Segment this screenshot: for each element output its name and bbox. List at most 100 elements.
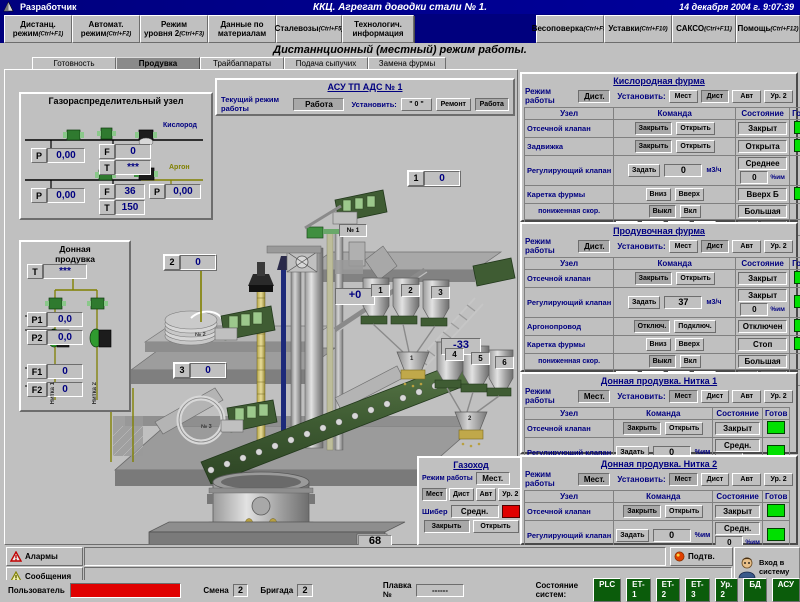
- title-bar: Разработчик ККЦ. Агрегат доводки стали №…: [0, 0, 800, 14]
- table-row: Регулирующий клапанЗадать0м3/чСреднее0%и…: [525, 156, 800, 186]
- ready-lamp: [794, 337, 800, 350]
- gazohod-mode-2[interactable]: Ур. 2: [498, 488, 522, 501]
- mode-button-[interactable]: Дист: [701, 473, 730, 486]
- cmd-button-вниз[interactable]: Вниз: [646, 188, 671, 201]
- mode-button-[interactable]: Авт: [732, 473, 761, 486]
- cmd-button-задать[interactable]: Задать: [616, 529, 648, 542]
- gazohod-title: Газоход: [419, 458, 523, 470]
- setpoint-value[interactable]: 0: [653, 529, 691, 542]
- gazohod-mode-[interactable]: Авт: [476, 488, 497, 501]
- gazohod-mode-buttons: МестДистАвтУр. 2: [419, 485, 523, 501]
- datetime-display: 14 декабря 2004 г. 9:07:39: [679, 2, 794, 12]
- state-cell: Закрыт: [736, 270, 790, 288]
- cmd-button-вкл[interactable]: Вкл: [680, 205, 701, 218]
- mode-button-2[interactable]: Ур. 2: [764, 90, 793, 103]
- set-label: Установить:: [617, 242, 665, 251]
- gazohod-close-button[interactable]: Закрыть: [424, 520, 470, 533]
- readout-value: 0,00: [47, 148, 85, 163]
- state-value: Большая: [738, 205, 787, 218]
- control-table-0: УзелКомандаСостояниеГотовОтсечной клапан…: [524, 107, 800, 236]
- cmd-button-открыть[interactable]: Открыть: [665, 505, 703, 518]
- table-row: Отсечной клапанЗакрытьОткрытьЗакрыт: [525, 120, 800, 138]
- toolbar-button-2[interactable]: Режимуровня 2(Ctrl+F3): [140, 15, 208, 43]
- mode-button-[interactable]: Мест: [669, 90, 698, 103]
- toolbar-button-6[interactable]: Весоповерка(Ctrl+F9): [536, 15, 604, 43]
- gazohod-mode-[interactable]: Мест: [422, 488, 447, 501]
- toolbar-button-4[interactable]: Сталевозы(Ctrl+F5): [276, 15, 342, 43]
- mode-button-[interactable]: Мест: [669, 240, 698, 253]
- cmd-button-закрыть[interactable]: Закрыть: [623, 505, 661, 518]
- cmd-button-отключ[interactable]: Отключ.: [634, 320, 671, 333]
- cmd-button-закрыть[interactable]: Закрыть: [635, 272, 673, 285]
- mode-button-[interactable]: Дист: [701, 390, 730, 403]
- cmd-button-открыть[interactable]: Открыть: [665, 422, 703, 435]
- cmd-button-закрыть[interactable]: Закрыть: [635, 122, 673, 135]
- state-cell: Закрыт0%им: [736, 288, 790, 318]
- cmd-button-задать[interactable]: Задать: [628, 296, 660, 309]
- gazohod-mode-[interactable]: Дист: [449, 488, 474, 501]
- cmd-button-вверх[interactable]: Вверх: [675, 188, 704, 201]
- table-row: пониженная скор.ВыклВклБольшая: [525, 204, 800, 220]
- col-header-2: Состояние: [736, 108, 790, 120]
- toolbar-button-5[interactable]: Технологич.информация: [342, 15, 414, 43]
- table-row: Каретка фурмыВнизВверхВверх Б: [525, 186, 800, 204]
- readout-value: 0: [47, 364, 83, 379]
- readout-value: ***: [43, 264, 87, 279]
- control-panel-2: Донная продувка. Нитка 1Режим работыМест…: [520, 372, 798, 454]
- cmd-button-открыть[interactable]: Открыть: [676, 140, 714, 153]
- state-cell: Открыта: [736, 138, 790, 156]
- mode-value: Мест.: [578, 390, 610, 403]
- state-cell: Стоп: [736, 336, 790, 354]
- setpoint-unit: м3/ч: [706, 167, 721, 174]
- mode-button-[interactable]: Дист: [701, 90, 730, 103]
- oxygen-pressure-readout: P 0,00: [31, 148, 85, 163]
- cmd-button-вверх[interactable]: Вверх: [675, 338, 704, 351]
- cmd-button-открыть[interactable]: Открыть: [676, 122, 714, 135]
- alarms-button[interactable]: Алармы: [6, 547, 83, 566]
- asu-set-repair-button[interactable]: Ремонт: [436, 98, 470, 111]
- cmd-button-вниз[interactable]: Вниз: [646, 338, 671, 351]
- cmd-button-задать[interactable]: Задать: [628, 164, 660, 177]
- cmd-button-выкл[interactable]: Выкл: [649, 205, 676, 218]
- mode-button-[interactable]: Мест: [669, 390, 698, 403]
- hopper-number-1: 1: [371, 284, 390, 297]
- ready-lamp: [794, 187, 800, 200]
- mode-button-[interactable]: Авт: [732, 390, 761, 403]
- cmd-button-открыть[interactable]: Открыть: [676, 272, 714, 285]
- system-led-plc: PLC: [593, 578, 621, 602]
- system-led-et3: ET-3: [685, 578, 709, 602]
- setpoint-value[interactable]: 0: [664, 164, 702, 177]
- cmd-button-вкл[interactable]: Вкл: [680, 355, 701, 368]
- cmd-button-выкл[interactable]: Выкл: [649, 355, 676, 368]
- state-value: Закрыт: [738, 122, 787, 135]
- toolbar-button-8[interactable]: САКСО(Ctrl+F11): [672, 15, 736, 43]
- toolbar-button-3[interactable]: Данные поматериалам: [208, 15, 276, 43]
- shift-value: 2: [233, 584, 249, 597]
- state-sub-unit: %им: [770, 174, 785, 181]
- mode-button-[interactable]: Дист: [701, 240, 730, 253]
- mode-button-[interactable]: Авт: [732, 90, 761, 103]
- col-header-3: Готов: [762, 408, 789, 420]
- mode-button-2[interactable]: Ур. 2: [764, 390, 793, 403]
- readout-value: 0,0: [47, 330, 83, 345]
- gazohod-open-button[interactable]: Открыть: [473, 520, 519, 533]
- toolbar-button-9[interactable]: Помощь(Ctrl+F12): [736, 15, 800, 43]
- toolbar-button-0[interactable]: Дистанц.режим(Ctrl+F1): [4, 15, 72, 43]
- confirm-button[interactable]: Подтв.: [670, 547, 733, 566]
- mode-button-2[interactable]: Ур. 2: [764, 473, 793, 486]
- cmd-button-закрыть[interactable]: Закрыть: [635, 140, 673, 153]
- state-sub-value: 0: [740, 303, 768, 316]
- mode-button-[interactable]: Авт: [732, 240, 761, 253]
- alarms-label: Алармы: [25, 552, 58, 561]
- mode-button-[interactable]: Мест: [669, 473, 698, 486]
- toolbar-button-1[interactable]: Автомат.режим(Ctrl+F2): [72, 15, 140, 43]
- table-row: Регулирующий клапанЗадать37м3/чЗакрыт0%и…: [525, 288, 800, 318]
- cmd-button-подключ[interactable]: Подключ.: [674, 320, 715, 333]
- line-2-label: Нитка 2: [92, 382, 98, 404]
- mode-button-2[interactable]: Ур. 2: [764, 240, 793, 253]
- cmd-button-закрыть[interactable]: Закрыть: [623, 422, 661, 435]
- asu-set-zero-button[interactable]: " 0 ": [401, 98, 432, 111]
- toolbar-button-7[interactable]: Уставки(Ctrl+F10): [604, 15, 672, 43]
- setpoint-value[interactable]: 37: [664, 296, 702, 309]
- asu-set-work-button[interactable]: Работа: [475, 98, 509, 111]
